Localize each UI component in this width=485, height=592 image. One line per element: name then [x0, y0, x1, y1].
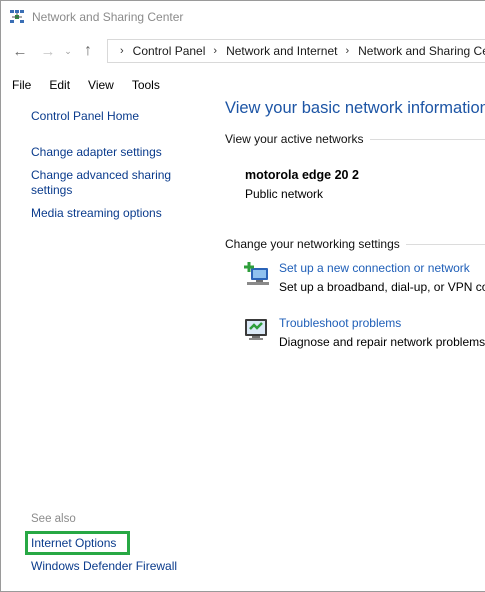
breadcrumb-control-panel[interactable]: Control Panel [133, 44, 206, 58]
setup-connection-link[interactable]: Set up a new connection or network [279, 261, 470, 275]
menu-edit[interactable]: Edit [49, 78, 70, 92]
back-arrow-icon[interactable]: ← [9, 40, 31, 62]
address-bar[interactable]: › Control Panel › Network and Internet ›… [107, 39, 485, 63]
network-name: motorola edge 20 2 [245, 168, 359, 182]
new-connection-icon [244, 262, 269, 285]
section-divider [369, 138, 485, 140]
window-title: Network and Sharing Center [32, 9, 184, 24]
menu-view[interactable]: View [88, 78, 114, 92]
menu-file[interactable]: File [12, 78, 31, 92]
breadcrumb-separator-icon[interactable]: › [213, 45, 217, 57]
forward-arrow-icon[interactable]: → [37, 40, 59, 62]
menu-bar: File Edit View Tools [1, 75, 485, 95]
change-settings-section: Change your networking settings [225, 237, 485, 251]
network-center-icon [10, 9, 24, 23]
breadcrumb-network-internet[interactable]: Network and Internet [226, 44, 337, 58]
chevron-down-icon[interactable]: ⌄ [61, 40, 75, 62]
breadcrumb-network-sharing-center[interactable]: Network and Sharing Center [358, 44, 485, 58]
change-settings-title: Change your networking settings [225, 237, 400, 251]
network-type-link[interactable]: Public network [245, 187, 323, 201]
troubleshoot-icon [245, 319, 267, 340]
title-bar: Network and Sharing Center [1, 1, 485, 32]
active-networks-title: View your active networks [225, 132, 364, 146]
windows-defender-firewall-link[interactable]: Windows Defender Firewall [31, 559, 177, 574]
internet-options-link[interactable]: Internet Options [31, 536, 116, 551]
breadcrumb-separator-icon[interactable]: › [345, 45, 349, 57]
see-also-label: See also [31, 513, 76, 525]
media-streaming-options-link[interactable]: Media streaming options [31, 206, 162, 221]
troubleshoot-problems-link[interactable]: Troubleshoot problems [279, 316, 401, 330]
main-content: View your basic network information and … [215, 97, 485, 591]
up-arrow-icon[interactable]: ↑ [77, 40, 99, 62]
control-panel-home-link[interactable]: Control Panel Home [31, 109, 139, 124]
breadcrumb-separator-icon[interactable]: › [120, 45, 124, 57]
navigation-bar: ← → ⌄ ↑ › Control Panel › Network and In… [1, 35, 485, 67]
page-title: View your basic network information and … [225, 99, 485, 117]
active-networks-section: View your active networks [225, 132, 485, 146]
troubleshoot-description: Diagnose and repair network problems, or… [279, 335, 485, 349]
network-sharing-window: Network and Sharing Center ← → ⌄ ↑ › Con… [0, 0, 485, 592]
menu-tools[interactable]: Tools [132, 78, 160, 92]
change-advanced-sharing-link[interactable]: Change advanced sharing settings [31, 168, 181, 198]
left-nav-pane: Control Panel Home Change adapter settin… [1, 97, 215, 591]
section-divider [405, 243, 485, 245]
change-adapter-settings-link[interactable]: Change adapter settings [31, 145, 162, 160]
setup-connection-description: Set up a broadband, dial-up, or VPN conn… [279, 280, 485, 294]
